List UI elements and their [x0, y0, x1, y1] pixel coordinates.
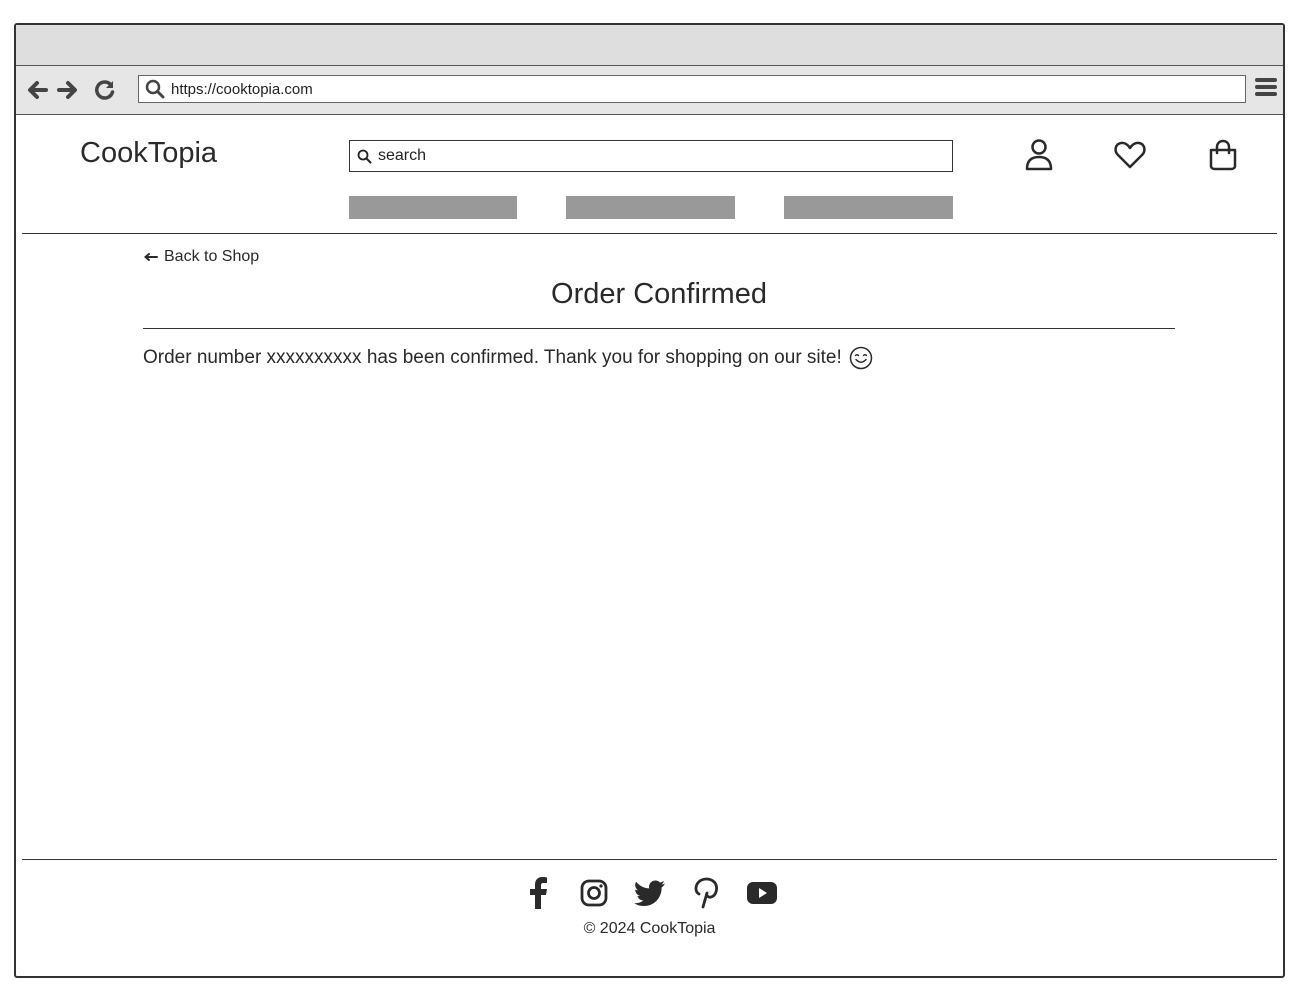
left-arrow-icon	[143, 253, 158, 261]
nav-item-2[interactable]	[566, 196, 735, 219]
instagram-link[interactable]	[576, 876, 612, 910]
hamburger-line	[1255, 85, 1277, 89]
facebook-link[interactable]	[520, 876, 556, 910]
pinterest-icon	[694, 877, 718, 909]
pinterest-link[interactable]	[688, 876, 724, 910]
search-icon	[145, 79, 165, 99]
browser-toolbar: https://cooktopia.com	[16, 66, 1283, 115]
search-box[interactable]	[349, 140, 953, 172]
browser-window: https://cooktopia.com CookTopia search B…	[14, 23, 1285, 978]
browser-titlebar	[16, 25, 1283, 66]
search-input[interactable]	[376, 146, 920, 166]
twitter-link[interactable]	[632, 876, 668, 910]
confirmation-message: Order number xxxxxxxxxx has been confirm…	[143, 346, 873, 370]
nav-item-1[interactable]	[349, 196, 517, 219]
cart-button[interactable]	[1205, 137, 1241, 173]
title-divider	[143, 328, 1175, 329]
confirmation-text: Order number xxxxxxxxxx has been confirm…	[143, 347, 842, 368]
social-links	[22, 876, 1277, 910]
wishlist-button[interactable]	[1112, 137, 1148, 173]
forward-arrow-icon	[57, 81, 77, 99]
nav-item-3[interactable]	[784, 196, 953, 219]
hamburger-line	[1255, 92, 1277, 96]
copyright-text: © 2024 CookTopia	[583, 920, 716, 937]
smiley-face-icon	[849, 346, 873, 370]
address-bar[interactable]: https://cooktopia.com	[138, 75, 1246, 103]
hamburger-menu-icon	[1255, 78, 1277, 82]
youtube-link[interactable]	[744, 876, 780, 910]
url-text: https://cooktopia.com	[171, 80, 313, 98]
page-title: Order Confirmed	[551, 278, 767, 310]
instagram-icon	[580, 879, 607, 907]
user-icon	[1025, 139, 1053, 171]
back-arrow-icon	[28, 81, 48, 99]
shopping-bag-icon	[1209, 139, 1237, 171]
forward-button[interactable]	[56, 76, 80, 104]
back-button[interactable]	[25, 76, 49, 104]
search-icon	[357, 149, 372, 163]
account-button[interactable]	[1021, 137, 1057, 173]
reload-icon	[95, 80, 115, 100]
facebook-icon	[529, 877, 547, 909]
site-logo[interactable]: CookTopia	[80, 137, 217, 170]
site-footer: © 2024 CookTopia	[22, 859, 1277, 960]
browser-menu-button[interactable]	[1255, 78, 1277, 102]
site-header: CookTopia	[22, 115, 1277, 234]
reload-button[interactable]	[93, 76, 117, 104]
back-to-shop-label: Back to Shop	[164, 248, 260, 265]
heart-icon	[1114, 141, 1146, 169]
youtube-icon	[746, 882, 777, 904]
twitter-icon	[633, 880, 665, 906]
back-to-shop-link[interactable]: Back to Shop	[143, 248, 259, 266]
